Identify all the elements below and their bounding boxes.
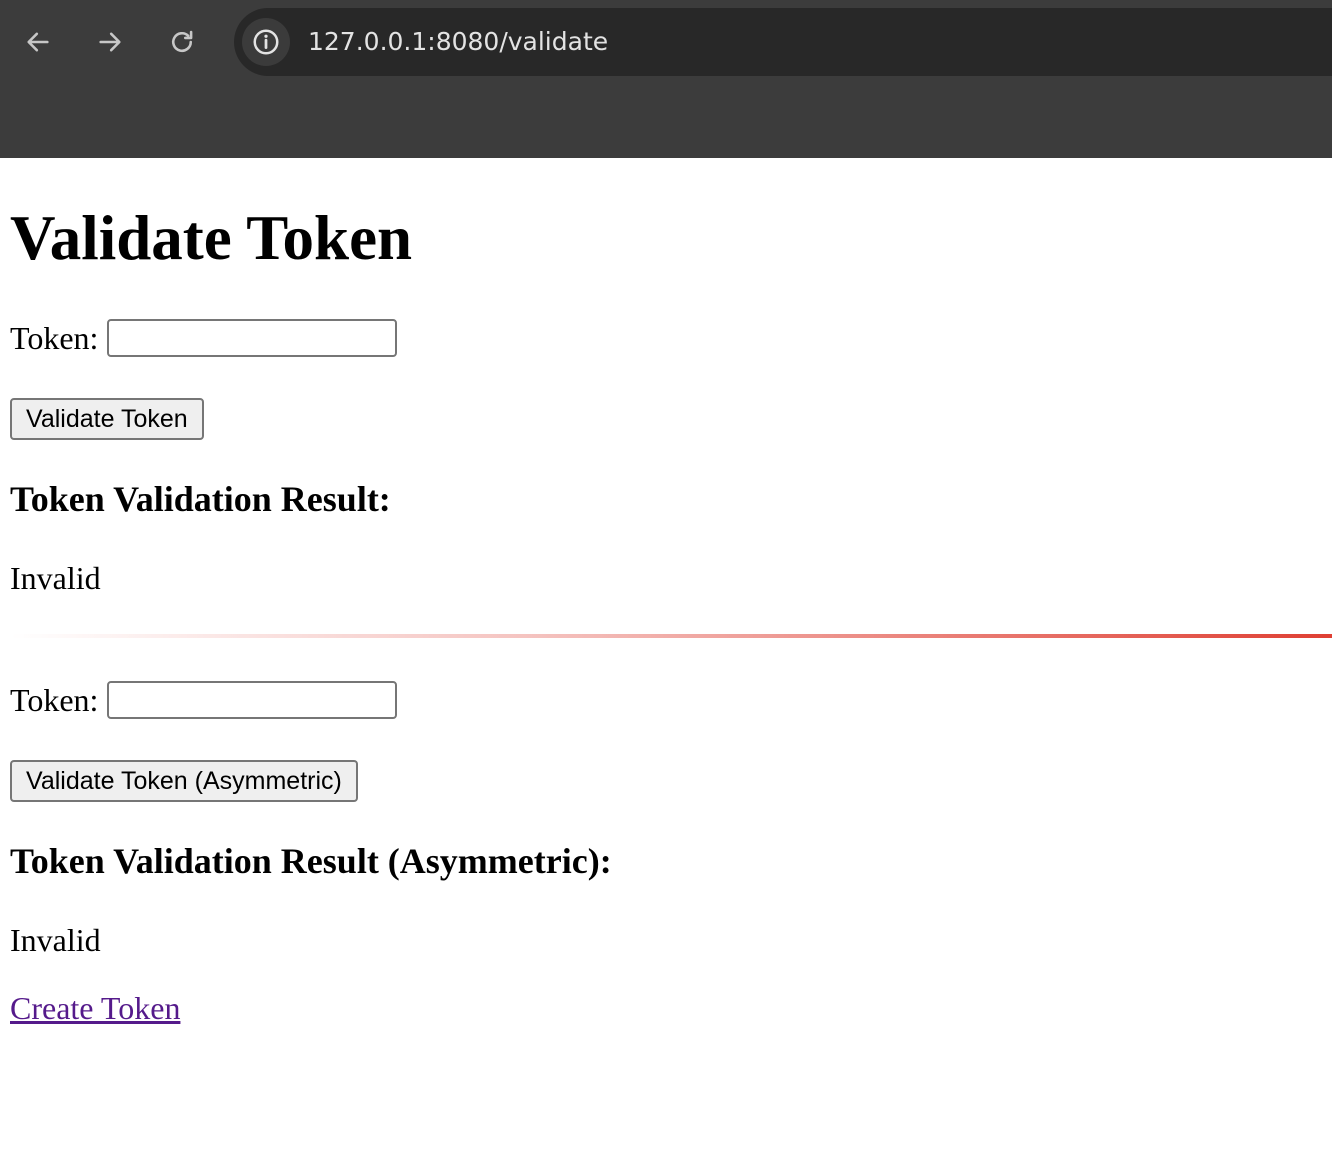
validate-token-asymmetric-button[interactable]: Validate Token (Asymmetric) xyxy=(10,760,358,802)
reload-button[interactable] xyxy=(162,22,202,62)
token-field-row: Token: xyxy=(10,316,398,360)
arrow-left-icon xyxy=(27,32,49,52)
validation-result-heading: Token Validation Result: xyxy=(10,479,391,519)
info-icon xyxy=(253,29,279,55)
page-content: Validate Token Token: Validate Token Tok… xyxy=(0,158,1332,1162)
address-bar[interactable]: 127.0.0.1:8080/validate xyxy=(234,8,1332,76)
site-info-button[interactable] xyxy=(242,18,290,66)
create-token-link[interactable]: Create Token xyxy=(10,990,180,1026)
validate-token-button[interactable]: Validate Token xyxy=(10,398,204,440)
asymmetric-validation-result-value: Invalid xyxy=(10,922,101,958)
asymmetric-validation-result-heading: Token Validation Result (Asymmetric): xyxy=(10,841,612,881)
forward-button[interactable] xyxy=(90,22,130,62)
url-text[interactable]: 127.0.0.1:8080/validate xyxy=(308,27,608,57)
reload-icon xyxy=(172,30,193,53)
section-divider xyxy=(10,634,1332,638)
asymmetric-token-label: Token: xyxy=(10,682,99,718)
asymmetric-token-field-row: Token: xyxy=(10,678,398,722)
token-label: Token: xyxy=(10,320,99,356)
asymmetric-token-input[interactable] xyxy=(107,681,398,719)
validation-result-value: Invalid xyxy=(10,560,101,596)
token-input[interactable] xyxy=(107,319,398,357)
page-title: Validate Token xyxy=(10,203,413,273)
browser-chrome: 127.0.0.1:8080/validate xyxy=(0,0,1332,158)
back-button[interactable] xyxy=(18,22,58,62)
browser-toolbar: 127.0.0.1:8080/validate xyxy=(0,8,1332,76)
arrow-right-icon xyxy=(99,32,121,52)
